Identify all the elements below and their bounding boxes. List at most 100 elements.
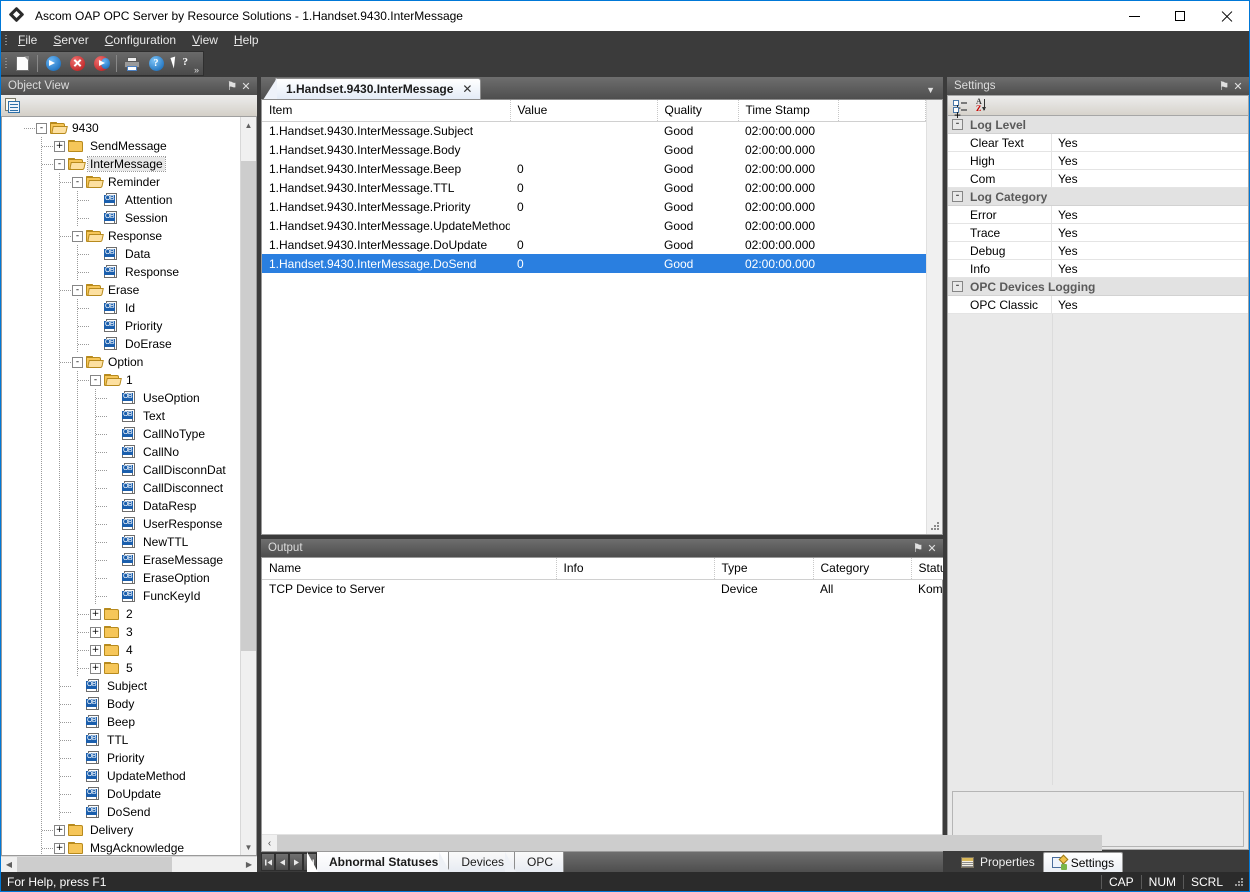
maximize-button[interactable]	[1157, 1, 1203, 31]
column-header-item[interactable]: Item	[262, 100, 510, 121]
tree-item[interactable]: +4	[2, 641, 240, 659]
settings-pin-button[interactable]: ⚑	[1217, 79, 1231, 93]
nav-next-button[interactable]	[289, 853, 303, 871]
tree-item[interactable]: OBNewTTL	[2, 533, 240, 551]
object-tree-hscrollbar[interactable]: ◀ ▶	[1, 856, 257, 872]
tree-item[interactable]: OBEraseOption	[2, 569, 240, 587]
item-grid-vscrollbar[interactable]	[926, 100, 942, 534]
hscroll-thumb[interactable]	[17, 857, 172, 872]
settings-row[interactable]: ErrorYes	[948, 206, 1248, 224]
menu-file[interactable]: File	[10, 31, 45, 50]
output-column-category[interactable]: Category	[813, 558, 911, 579]
connect-button[interactable]	[41, 52, 65, 75]
tree-collapse-icon[interactable]: -	[72, 357, 83, 368]
tree-expand-icon[interactable]: +	[90, 663, 101, 674]
settings-group-header[interactable]: -Log Level	[948, 116, 1248, 134]
settings-row-value[interactable]: Yes	[1052, 206, 1248, 224]
column-header-timestamp[interactable]: Time Stamp	[738, 100, 838, 121]
object-tree[interactable]: -9430+SendMessage-InterMessage-ReminderO…	[2, 117, 240, 855]
tree-item[interactable]: OBId	[2, 299, 240, 317]
tree-item[interactable]: OBAttention	[2, 191, 240, 209]
tree-collapse-icon[interactable]: -	[72, 177, 83, 188]
alphabetical-sort-icon[interactable]: AZ	[975, 98, 990, 113]
tree-item[interactable]: +Delivery	[2, 821, 240, 839]
settings-group-header[interactable]: -Log Category	[948, 188, 1248, 206]
settings-row-value[interactable]: Yes	[1052, 152, 1248, 170]
item-grid-row[interactable]: 1.Handset.9430.InterMessage.BodyGood02:0…	[262, 140, 926, 159]
tree-item[interactable]: OBUpdateMethod	[2, 767, 240, 785]
tree-item[interactable]: OBDoErase	[2, 335, 240, 353]
settings-row-value[interactable]: Yes	[1052, 170, 1248, 188]
tree-item[interactable]: OBDoUpdate	[2, 785, 240, 803]
grid-resize-grip-icon[interactable]	[927, 518, 942, 534]
settings-row[interactable]: ComYes	[948, 170, 1248, 188]
object-tree-vscrollbar[interactable]: ▲ ▼	[240, 117, 256, 855]
menu-server[interactable]: Server	[45, 31, 96, 50]
tree-item[interactable]: OBBeep	[2, 713, 240, 731]
output-column-name[interactable]: Name	[262, 558, 556, 579]
output-tab-abnormal-statuses[interactable]: Abnormal Statuses	[317, 852, 449, 872]
close-button[interactable]	[1203, 1, 1249, 31]
disconnect-button[interactable]	[65, 52, 89, 75]
tree-collapse-icon[interactable]: -	[72, 285, 83, 296]
tree-item[interactable]: -9430	[2, 119, 240, 137]
nav-prev-button[interactable]	[275, 853, 289, 871]
output-column-type[interactable]: Type	[714, 558, 813, 579]
tree-item[interactable]: OBCallDisconnect	[2, 479, 240, 497]
tree-item[interactable]: -Erase	[2, 281, 240, 299]
scroll-right-button[interactable]: ▶	[241, 857, 257, 872]
settings-group-header[interactable]: -OPC Devices Logging	[948, 278, 1248, 296]
tree-item[interactable]: OBText	[2, 407, 240, 425]
scroll-left-button[interactable]: ◀	[1, 857, 17, 872]
settings-tab-properties[interactable]: Properties	[953, 852, 1043, 872]
document-tab-close-icon[interactable]: ✕	[462, 82, 472, 96]
scroll-down-button[interactable]: ▼	[241, 839, 256, 855]
item-grid-row[interactable]: 1.Handset.9430.InterMessage.Priority0Goo…	[262, 197, 926, 216]
menu-view[interactable]: View	[184, 31, 226, 50]
item-grid[interactable]: Item Value Quality Time Stamp 1.Handset.…	[262, 100, 926, 273]
item-grid-row[interactable]: 1.Handset.9430.InterMessage.SubjectGood0…	[262, 121, 926, 140]
minimize-button[interactable]	[1111, 1, 1157, 31]
settings-property-list[interactable]: -Log LevelClear TextYesHighYesComYes-Log…	[948, 116, 1248, 314]
output-hscroll-thumb[interactable]	[277, 835, 1102, 851]
tree-expand-icon[interactable]: +	[54, 843, 65, 854]
tree-collapse-icon[interactable]: -	[90, 375, 101, 386]
settings-tab-settings[interactable]: Settings	[1043, 852, 1123, 872]
tree-collapse-icon[interactable]: -	[36, 123, 47, 134]
tree-item[interactable]: OBResponse	[2, 263, 240, 281]
output-close-button[interactable]: ✕	[925, 541, 939, 555]
document-tab[interactable]: 1.Handset.9430.InterMessage ✕	[275, 78, 481, 99]
tree-expand-icon[interactable]: +	[54, 141, 65, 152]
vscroll-thumb[interactable]	[241, 161, 256, 651]
tree-item[interactable]: +2	[2, 605, 240, 623]
output-hscrollbar[interactable]: ‹ ›	[262, 834, 942, 851]
item-grid-row[interactable]: 1.Handset.9430.InterMessage.DoUpdate0Goo…	[262, 235, 926, 254]
tree-item[interactable]: OBSubject	[2, 677, 240, 695]
new-document-button[interactable]	[10, 52, 34, 75]
tree-expand-icon[interactable]: +	[90, 609, 101, 620]
settings-row-value[interactable]: Yes	[1052, 224, 1248, 242]
column-header-value[interactable]: Value	[510, 100, 657, 121]
group-collapse-icon[interactable]: -	[952, 281, 963, 292]
tree-item[interactable]: +5	[2, 659, 240, 677]
tree-item[interactable]: OBEraseMessage	[2, 551, 240, 569]
output-scroll-left-button[interactable]: ‹	[262, 835, 277, 851]
tree-item[interactable]: OBUseOption	[2, 389, 240, 407]
tree-item[interactable]: OBCallDisconnDat	[2, 461, 240, 479]
output-pin-button[interactable]: ⚑	[911, 541, 925, 555]
settings-row[interactable]: OPC ClassicYes	[948, 296, 1248, 314]
settings-row[interactable]: InfoYes	[948, 260, 1248, 278]
tree-item[interactable]: OBCallNoType	[2, 425, 240, 443]
group-collapse-icon[interactable]: -	[952, 191, 963, 202]
tree-expand-icon[interactable]: +	[90, 627, 101, 638]
settings-row[interactable]: DebugYes	[948, 242, 1248, 260]
tree-item[interactable]: -InterMessage	[2, 155, 240, 173]
tree-expand-icon[interactable]: +	[90, 645, 101, 656]
tree-item[interactable]: OBDataResp	[2, 497, 240, 515]
item-grid-row[interactable]: 1.Handset.9430.InterMessage.UpdateMethod…	[262, 216, 926, 235]
tree-expand-icon[interactable]: +	[54, 825, 65, 836]
tree-item[interactable]: OBDoSend	[2, 803, 240, 821]
object-view-close-button[interactable]: ✕	[239, 79, 253, 93]
item-grid-row[interactable]: 1.Handset.9430.InterMessage.Beep0Good02:…	[262, 159, 926, 178]
tree-item[interactable]: +SendMessage	[2, 137, 240, 155]
